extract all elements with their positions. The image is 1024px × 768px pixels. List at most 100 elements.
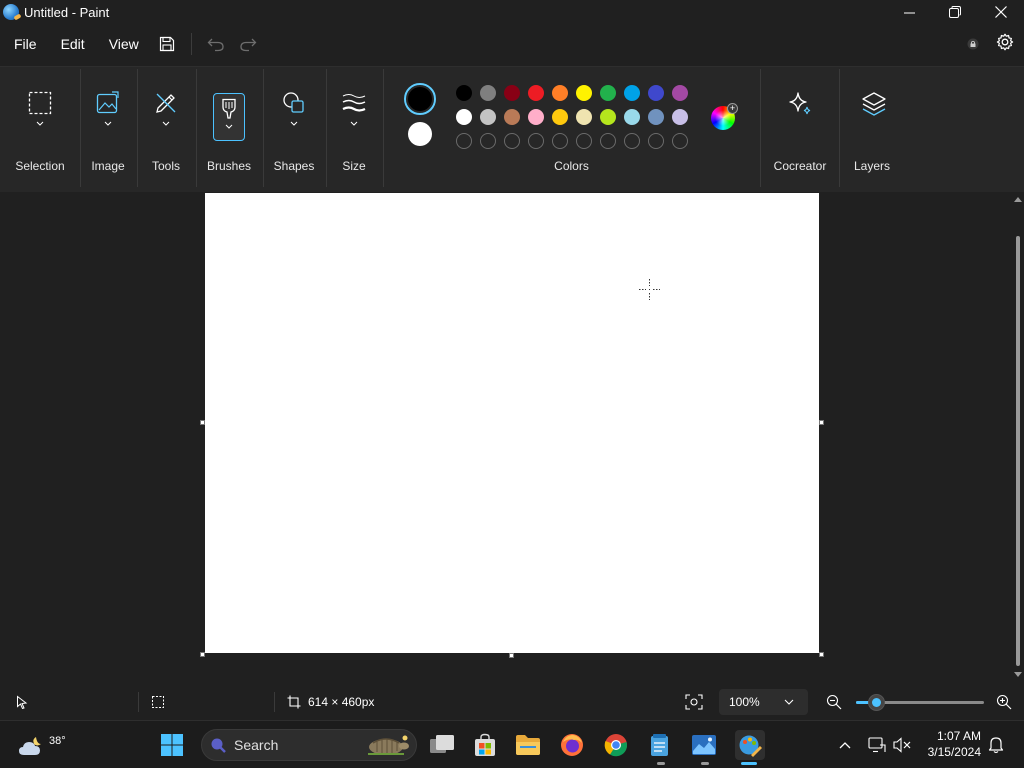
menu-edit[interactable]: Edit <box>49 28 97 60</box>
zoom-value: 100% <box>729 695 760 709</box>
color-swatch[interactable] <box>576 85 592 101</box>
microsoft-store-button[interactable] <box>471 731 499 759</box>
canvas-size-text: 614 × 460px <box>308 695 375 709</box>
image-button[interactable] <box>92 91 124 139</box>
save-button[interactable] <box>151 28 183 60</box>
task-view-button[interactable] <box>428 731 456 759</box>
custom-color-slot[interactable] <box>648 133 664 149</box>
notifications-bell-icon[interactable] <box>988 736 1004 754</box>
custom-color-slot[interactable] <box>600 133 616 149</box>
firefox-button[interactable] <box>558 731 586 759</box>
menu-file[interactable]: File <box>2 28 49 60</box>
chrome-button[interactable] <box>602 731 630 759</box>
custom-color-slot[interactable] <box>504 133 520 149</box>
resize-handle-right[interactable] <box>819 420 824 425</box>
custom-color-slot[interactable] <box>528 133 544 149</box>
close-button[interactable] <box>978 0 1024 24</box>
restore-button[interactable] <box>932 0 978 24</box>
menu-view[interactable]: View <box>97 28 151 60</box>
menubar-right <box>966 28 1014 60</box>
scrollbar-thumb[interactable] <box>1016 236 1020 666</box>
fit-to-window-icon[interactable] <box>685 694 703 710</box>
resize-handle-bottom-left[interactable] <box>200 652 205 657</box>
restore-icon <box>949 6 961 18</box>
color-swatch[interactable] <box>624 85 640 101</box>
color-swatch[interactable] <box>504 85 520 101</box>
search-highlight-armadillo-icon <box>368 735 409 755</box>
resize-handle-bottom[interactable] <box>509 653 514 658</box>
custom-color-slot[interactable] <box>624 133 640 149</box>
color-swatch[interactable] <box>672 109 688 125</box>
zoom-out-icon[interactable] <box>826 694 842 710</box>
custom-color-slot[interactable] <box>552 133 568 149</box>
custom-color-slot[interactable] <box>480 133 496 149</box>
zoom-dropdown[interactable]: 100% <box>719 689 808 715</box>
file-explorer-button[interactable] <box>514 731 542 759</box>
color-swatch[interactable] <box>480 85 496 101</box>
brushes-label: Brushes <box>206 159 252 173</box>
running-indicator <box>657 762 665 765</box>
selection-button[interactable] <box>24 91 56 139</box>
color-swatch[interactable] <box>456 109 472 125</box>
save-icon <box>159 36 174 52</box>
account-lock-icon[interactable] <box>966 37 980 51</box>
color-swatch[interactable] <box>648 85 664 101</box>
weather-widget[interactable]: 38° <box>18 729 66 759</box>
settings-button[interactable] <box>996 33 1014 56</box>
color-swatch[interactable] <box>456 85 472 101</box>
scroll-down-icon[interactable] <box>1014 672 1022 678</box>
canvas-workspace[interactable] <box>0 192 1024 682</box>
minimize-button[interactable] <box>886 0 932 24</box>
vertical-scrollbar[interactable] <box>1014 196 1022 678</box>
speaker-muted-icon[interactable] <box>893 737 911 753</box>
color-swatch[interactable] <box>528 109 544 125</box>
undo-button[interactable] <box>200 28 232 60</box>
color-swatch[interactable] <box>600 85 616 101</box>
color-swatch[interactable] <box>648 109 664 125</box>
shapes-button[interactable] <box>278 91 310 139</box>
custom-color-slot[interactable] <box>672 133 688 149</box>
paint-taskbar-button[interactable] <box>735 730 765 760</box>
taskbar-search[interactable]: Search <box>201 729 417 761</box>
title-bar: Untitled - Paint <box>0 0 1024 24</box>
redo-button[interactable] <box>232 28 264 60</box>
chevron-down-icon <box>350 121 358 126</box>
notepad-button[interactable] <box>646 731 674 759</box>
group-cocreator: Cocreator <box>761 67 839 187</box>
photos-button[interactable] <box>690 731 718 759</box>
color-swatch[interactable] <box>672 85 688 101</box>
color-swatch[interactable] <box>528 85 544 101</box>
custom-color-slot[interactable] <box>576 133 592 149</box>
drawing-canvas[interactable] <box>205 193 819 653</box>
system-clock[interactable]: 1:07 AM 3/15/2024 <box>928 728 981 760</box>
secondary-color-swatch[interactable] <box>408 122 432 146</box>
layers-button[interactable] <box>858 91 890 139</box>
start-button[interactable] <box>158 731 186 759</box>
resize-handle-left[interactable] <box>200 420 205 425</box>
shapes-icon <box>283 92 304 113</box>
zoom-in-icon[interactable] <box>996 694 1012 710</box>
scroll-up-icon[interactable] <box>1014 196 1022 202</box>
color-swatch[interactable] <box>552 85 568 101</box>
status-divider <box>138 692 139 712</box>
taskbar: 38° Search 1:07 AM 3/15/2024 <box>0 720 1024 768</box>
color-swatch[interactable] <box>576 109 592 125</box>
network-display-icon[interactable] <box>868 737 886 753</box>
brushes-button[interactable] <box>213 93 245 141</box>
tools-button[interactable] <box>150 91 182 139</box>
custom-color-slot[interactable] <box>456 133 472 149</box>
add-color-icon[interactable]: + <box>727 103 738 114</box>
resize-handle-bottom-right[interactable] <box>819 652 824 657</box>
size-button[interactable] <box>338 91 370 139</box>
color-swatch[interactable] <box>624 109 640 125</box>
color-swatch[interactable] <box>552 109 568 125</box>
clock-time: 1:07 AM <box>936 729 981 743</box>
color-swatch[interactable] <box>480 109 496 125</box>
primary-color-swatch[interactable] <box>404 83 436 115</box>
cocreator-button[interactable] <box>784 91 816 139</box>
show-hidden-icons-chevron-up-icon[interactable] <box>839 741 851 749</box>
color-swatch[interactable] <box>600 109 616 125</box>
menu-bar: File Edit View <box>0 28 1024 60</box>
zoom-slider-thumb[interactable] <box>868 694 885 711</box>
color-swatch[interactable] <box>504 109 520 125</box>
